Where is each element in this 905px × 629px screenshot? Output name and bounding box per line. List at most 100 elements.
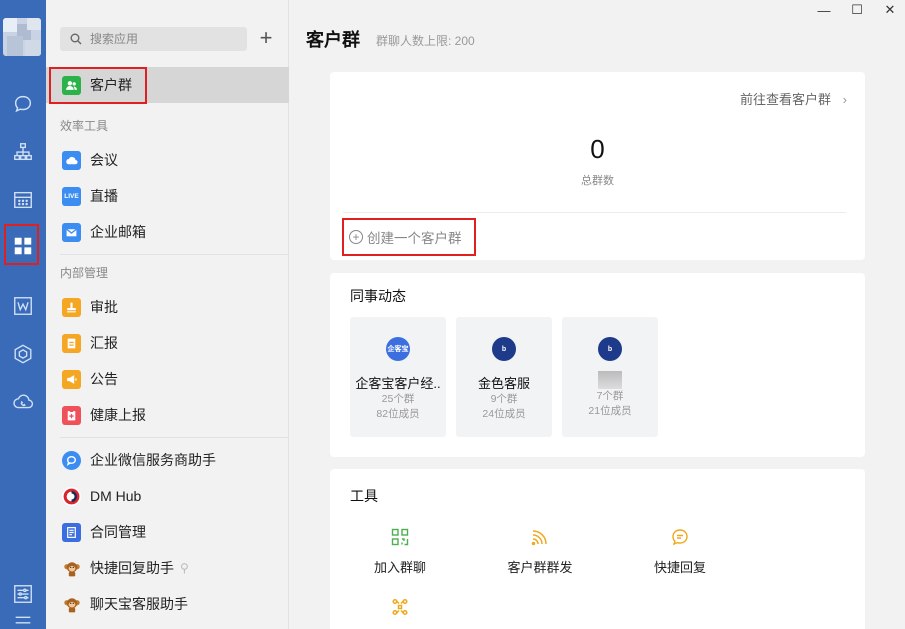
qr-code-icon bbox=[391, 528, 409, 546]
sidebar-item-chatbao-helper[interactable]: 聊天宝客服助手 bbox=[46, 586, 289, 622]
rail-calls-button[interactable] bbox=[0, 382, 46, 422]
sidebar-item-label: 健康上报 bbox=[90, 407, 146, 423]
puzzle-icon bbox=[392, 598, 408, 616]
chevron-right-icon: › bbox=[842, 92, 847, 107]
search-input[interactable] bbox=[90, 32, 240, 46]
tool-label: 客户群群发 bbox=[507, 560, 573, 575]
monkey-avatar-icon bbox=[62, 595, 81, 614]
cloud-phone-icon bbox=[13, 394, 34, 409]
app-sidebar: + 客户群 效率工具 会议 LIVE 直播 企业邮箱 内部管理 审批 bbox=[46, 0, 289, 629]
minimize-button[interactable]: — bbox=[813, 2, 835, 18]
colleague-group-count: 7个群 bbox=[596, 390, 624, 402]
org-chart-icon bbox=[14, 143, 32, 161]
tools-title: 工具 bbox=[350, 488, 378, 504]
sidebar-item-meeting[interactable]: 会议 bbox=[46, 142, 289, 178]
colleague-group-count: 9个群 bbox=[490, 393, 518, 405]
service-helper-icon bbox=[62, 450, 81, 470]
sidebar-item-label: 企业邮箱 bbox=[90, 224, 146, 240]
colleague-member-count: 21位成员 bbox=[588, 405, 632, 417]
rail-calendar-button[interactable] bbox=[0, 180, 46, 220]
section-title-internal: 内部管理 bbox=[60, 266, 109, 280]
colleague-member-count: 24位成员 bbox=[482, 408, 526, 420]
cube-icon bbox=[14, 344, 32, 364]
sidebar-item-label: 会议 bbox=[90, 152, 118, 168]
company-logo-icon: b bbox=[598, 337, 622, 361]
section-divider bbox=[60, 437, 289, 438]
rail-docs-button[interactable] bbox=[0, 286, 46, 326]
rail-settings-button[interactable] bbox=[0, 574, 46, 614]
colleague-group-count: 25个群 bbox=[381, 393, 415, 405]
sidebar-item-label: 审批 bbox=[90, 299, 118, 315]
meeting-icon bbox=[62, 150, 81, 170]
sidebar-item-announcement[interactable]: 公告 bbox=[46, 361, 289, 397]
colleague-card[interactable]: b 金色客服 9个群 24位成员 bbox=[456, 317, 552, 437]
blurred-name bbox=[598, 371, 622, 389]
rail-workbench-button[interactable] bbox=[0, 334, 46, 374]
announcement-icon bbox=[62, 369, 81, 389]
report-icon bbox=[62, 333, 81, 353]
chat-icon bbox=[14, 95, 32, 113]
tool-label: 快捷回复 bbox=[653, 560, 706, 575]
sidebar-item-report[interactable]: 汇报 bbox=[46, 325, 289, 361]
dmhub-icon bbox=[62, 486, 81, 506]
sidebar-item-dm-hub[interactable]: DM Hub bbox=[46, 478, 289, 514]
section-title-efficiency: 效率工具 bbox=[60, 119, 109, 133]
sidebar-item-approval[interactable]: 审批 bbox=[46, 289, 289, 325]
section-divider bbox=[60, 254, 289, 255]
colleague-card[interactable]: b 7个群 21位成员 bbox=[562, 317, 658, 437]
tool-more[interactable] bbox=[350, 597, 450, 617]
mail-icon bbox=[62, 222, 81, 242]
sidebar-item-label: 快捷回复助手 bbox=[90, 560, 174, 576]
company-logo-icon: 企客宝 bbox=[386, 337, 410, 361]
active-item-highlight bbox=[49, 67, 147, 104]
total-group-label: 总群数 bbox=[581, 175, 614, 187]
colleague-activity-title: 同事动态 bbox=[350, 288, 406, 304]
broadcast-icon bbox=[531, 530, 547, 546]
sidebar-item-contract[interactable]: 合同管理 bbox=[46, 514, 289, 550]
sidebar-item-service-helper[interactable]: 企业微信服务商助手 bbox=[46, 442, 289, 478]
sidebar-item-mail[interactable]: 企业邮箱 bbox=[46, 214, 289, 250]
maximize-button[interactable]: ☐ bbox=[846, 2, 868, 18]
sidebar-item-label: DM Hub bbox=[90, 488, 142, 504]
rail-chat-button[interactable] bbox=[0, 84, 46, 124]
settings-sliders-icon bbox=[14, 585, 32, 603]
colleague-member-count: 82位成员 bbox=[376, 408, 420, 420]
colleague-card[interactable]: 企客宝 企客宝客户经.. 25个群 82位成员 bbox=[350, 317, 446, 437]
colleague-activity-card: 同事动态 企客宝 企客宝客户经.. 25个群 82位成员 b 金色客服 9个群 … bbox=[330, 273, 865, 457]
tool-group-broadcast[interactable]: 客户群群发 bbox=[490, 527, 590, 576]
sidebar-item-label: 企业微信服务商助手 bbox=[90, 452, 216, 468]
sidebar-item-health-report[interactable]: 健康上报 bbox=[46, 397, 289, 433]
main-panel: — ☐ ✕ 客户群 群聊人数上限: 200 前往查看客户群 › 0 总群数 + … bbox=[290, 0, 905, 629]
total-group-count: 0 bbox=[590, 134, 605, 164]
sidebar-item-label: 公告 bbox=[90, 371, 118, 387]
view-customer-groups-link[interactable]: 前往查看客户群 › bbox=[740, 89, 847, 108]
quick-reply-icon bbox=[672, 529, 688, 546]
plus-circle-icon: + bbox=[349, 230, 363, 244]
monkey-avatar-icon bbox=[62, 559, 81, 578]
create-label: 创建一个客户群 bbox=[367, 231, 462, 246]
search-box[interactable] bbox=[60, 27, 247, 51]
doc-icon bbox=[14, 297, 32, 315]
tool-quick-reply[interactable]: 快捷回复 bbox=[630, 527, 730, 576]
company-logo-icon: b bbox=[492, 337, 516, 361]
rail-contacts-button[interactable] bbox=[0, 132, 46, 172]
sidebar-item-quick-reply-helper[interactable]: 快捷回复助手 ⚲ bbox=[46, 550, 289, 586]
left-rail bbox=[0, 0, 46, 629]
sidebar-item-label: 聊天宝客服助手 bbox=[90, 596, 188, 612]
card-divider bbox=[343, 212, 846, 213]
live-icon: LIVE bbox=[62, 186, 81, 206]
page-subtitle: 群聊人数上限: 200 bbox=[376, 34, 475, 48]
summary-card: 前往查看客户群 › 0 总群数 + 创建一个客户群 bbox=[330, 72, 865, 260]
menu-icon bbox=[15, 616, 31, 623]
rail-apps-highlight bbox=[4, 224, 39, 265]
rail-menu-button[interactable] bbox=[0, 610, 46, 629]
close-button[interactable]: ✕ bbox=[879, 2, 901, 18]
sidebar-item-live[interactable]: LIVE 直播 bbox=[46, 178, 289, 214]
create-customer-group-button[interactable]: + 创建一个客户群 bbox=[342, 218, 476, 256]
tool-label: 加入群聊 bbox=[373, 560, 426, 575]
sidebar-item-label: 直播 bbox=[90, 188, 118, 204]
tools-card: 工具 加入群聊 客户群群发 快捷回复 bbox=[330, 469, 865, 629]
add-app-button[interactable]: + bbox=[256, 27, 276, 50]
user-avatar[interactable] bbox=[3, 18, 41, 56]
tool-join-group[interactable]: 加入群聊 bbox=[350, 527, 450, 576]
